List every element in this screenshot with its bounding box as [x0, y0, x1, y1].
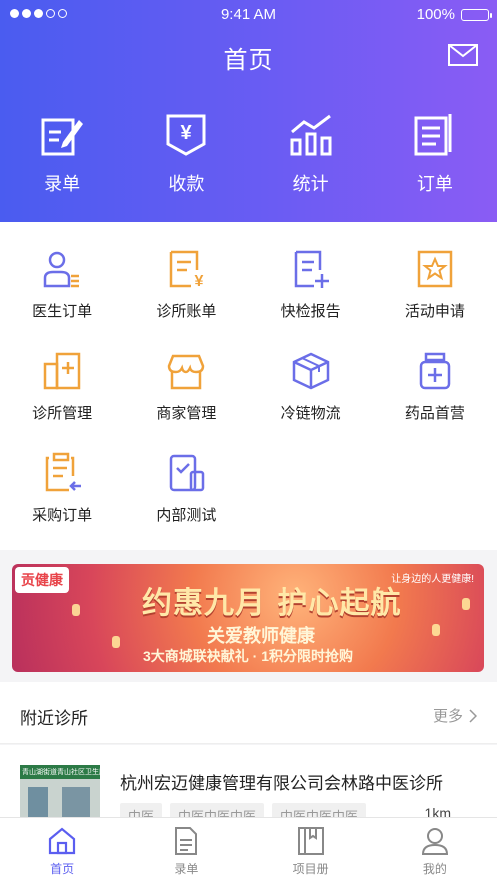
tab-label: 我的	[422, 862, 447, 876]
lantern-icon	[462, 598, 470, 610]
order-list-icon	[414, 114, 452, 156]
grid-label: 商家管理	[156, 405, 217, 422]
tab-record[interactable]: 录单	[124, 818, 248, 883]
grid-item-merchant-manage[interactable]: 商家管理	[124, 350, 248, 452]
banner-slogan: 让身边的人更健康!	[391, 574, 474, 585]
tab-mine[interactable]: 我的	[373, 818, 497, 883]
page-title: 首页	[223, 47, 274, 74]
grid-label: 冷链物流	[280, 405, 341, 422]
edit-form-icon	[41, 118, 84, 156]
clinic-list-item[interactable]: 青山湖街道青山社区卫生服务站 杭州宏迈健康管理有限公司会林路中医诊所 中医 中医…	[0, 745, 497, 817]
banner-headline: 约惠九月 护心起航	[142, 586, 402, 621]
svg-text:¥: ¥	[181, 122, 193, 144]
clinic-thumbnail: 青山湖街道青山社区卫生服务站	[20, 765, 120, 817]
tab-label: 首页	[50, 862, 75, 876]
doctor-icon	[43, 251, 80, 288]
action-label: 收款	[168, 174, 205, 194]
tab-home[interactable]: 首页	[0, 818, 124, 883]
header-banner: 9:41 AM 100% 首页 录单 ¥ 收款 统计 订单	[0, 0, 497, 222]
report-add-icon	[294, 250, 329, 288]
clinic-tag: 中医	[120, 803, 163, 817]
more-link[interactable]: 更多	[433, 705, 477, 726]
star-doc-icon	[417, 250, 453, 288]
document-icon	[175, 827, 198, 855]
grid-item-clinic-bills[interactable]: ¥ 诊所账单	[124, 248, 248, 350]
clinic-distance: 1km	[424, 805, 451, 817]
battery-percent: 100%	[416, 6, 455, 23]
yuan-receipt-icon: ¥	[166, 114, 206, 156]
battery-icon	[461, 8, 492, 21]
clinic-name: 杭州宏迈健康管理有限公司会林路中医诊所	[120, 774, 443, 793]
grid-item-cold-chain[interactable]: 冷链物流	[249, 350, 373, 452]
grid-item-internal-test[interactable]: 内部测试	[124, 452, 248, 554]
clinic-sign-text: 青山湖街道青山社区卫生服务站	[22, 769, 120, 776]
store-icon	[168, 354, 205, 390]
grid-label: 采购订单	[32, 507, 93, 524]
action-collect-payment[interactable]: ¥ 收款	[124, 112, 248, 196]
banner-subline: 关爱教师健康	[207, 626, 315, 646]
bill-yuan-icon: ¥	[170, 250, 204, 290]
clinic-tag: 中医中医中医	[272, 803, 367, 817]
clinic-tag: 中医中医中医	[170, 803, 265, 817]
grid-item-activity-apply[interactable]: 活动申请	[373, 248, 497, 350]
action-label: 订单	[416, 174, 453, 194]
user-icon	[421, 828, 448, 855]
more-label: 更多	[432, 708, 463, 725]
promo-banner[interactable]: 贡健康 让身边的人更健康! 约惠九月 护心起航 关爱教师健康 3大商城联袂献礼 …	[12, 564, 484, 672]
action-label: 录单	[44, 174, 81, 194]
grid-label: 活动申请	[404, 303, 465, 320]
test-phone-icon	[170, 454, 205, 492]
banner-bottom-text: 3大商城联袂献礼 · 1积分限时抢购	[142, 648, 353, 664]
grid-label: 诊所账单	[156, 303, 217, 320]
grid-label: 药品首营	[404, 405, 465, 422]
tab-label: 项目册	[292, 862, 329, 876]
banner-section: 贡健康 让身边的人更健康! 约惠九月 护心起航 关爱教师健康 3大商城联袂献礼 …	[0, 550, 497, 682]
purchase-clipboard-icon	[45, 452, 82, 492]
banner-logo: 贡健康	[15, 567, 69, 593]
grid-item-quick-report[interactable]: 快检报告	[249, 248, 373, 350]
nearby-clinics-header: 附近诊所 更多	[0, 682, 497, 744]
catalog-book-icon	[297, 827, 324, 855]
tab-catalog[interactable]: 项目册	[249, 818, 373, 883]
bar-chart-icon	[290, 114, 332, 156]
grid-item-drug-first[interactable]: 药品首营	[373, 350, 497, 452]
lantern-icon	[432, 624, 440, 636]
lantern-icon	[72, 604, 80, 616]
grid-label: 医生订单	[32, 303, 93, 320]
action-statistics[interactable]: 统计	[249, 112, 373, 196]
grid-item-doctor-orders[interactable]: 医生订单	[0, 248, 124, 350]
medicine-bottle-icon	[419, 352, 451, 390]
action-orders[interactable]: 订单	[373, 112, 497, 196]
tab-label: 录单	[174, 862, 199, 876]
grid-label: 内部测试	[156, 507, 217, 524]
clinic-building-icon	[43, 352, 81, 390]
section-title: 附近诊所	[20, 709, 88, 728]
home-icon	[49, 827, 76, 855]
status-bar: 9:41 AM 100%	[0, 6, 497, 26]
svg-text:¥: ¥	[195, 273, 204, 290]
action-label: 统计	[292, 174, 329, 194]
bottom-tab-bar: 首页 录单 项目册 我的	[0, 817, 497, 883]
grid-item-purchase-orders[interactable]: 采购订单	[0, 452, 124, 554]
grid-label: 诊所管理	[32, 405, 93, 422]
action-record-order[interactable]: 录单	[0, 112, 124, 196]
chevron-right-icon	[469, 708, 477, 723]
grid-label: 快检报告	[280, 303, 341, 320]
mail-icon[interactable]	[448, 44, 478, 66]
grid-item-clinic-manage[interactable]: 诊所管理	[0, 350, 124, 452]
function-grid: 医生订单 ¥ 诊所账单 快检报告 活动申请 诊所管理 商家管理 冷链物流 药品首…	[0, 222, 497, 550]
box-icon	[292, 352, 329, 390]
